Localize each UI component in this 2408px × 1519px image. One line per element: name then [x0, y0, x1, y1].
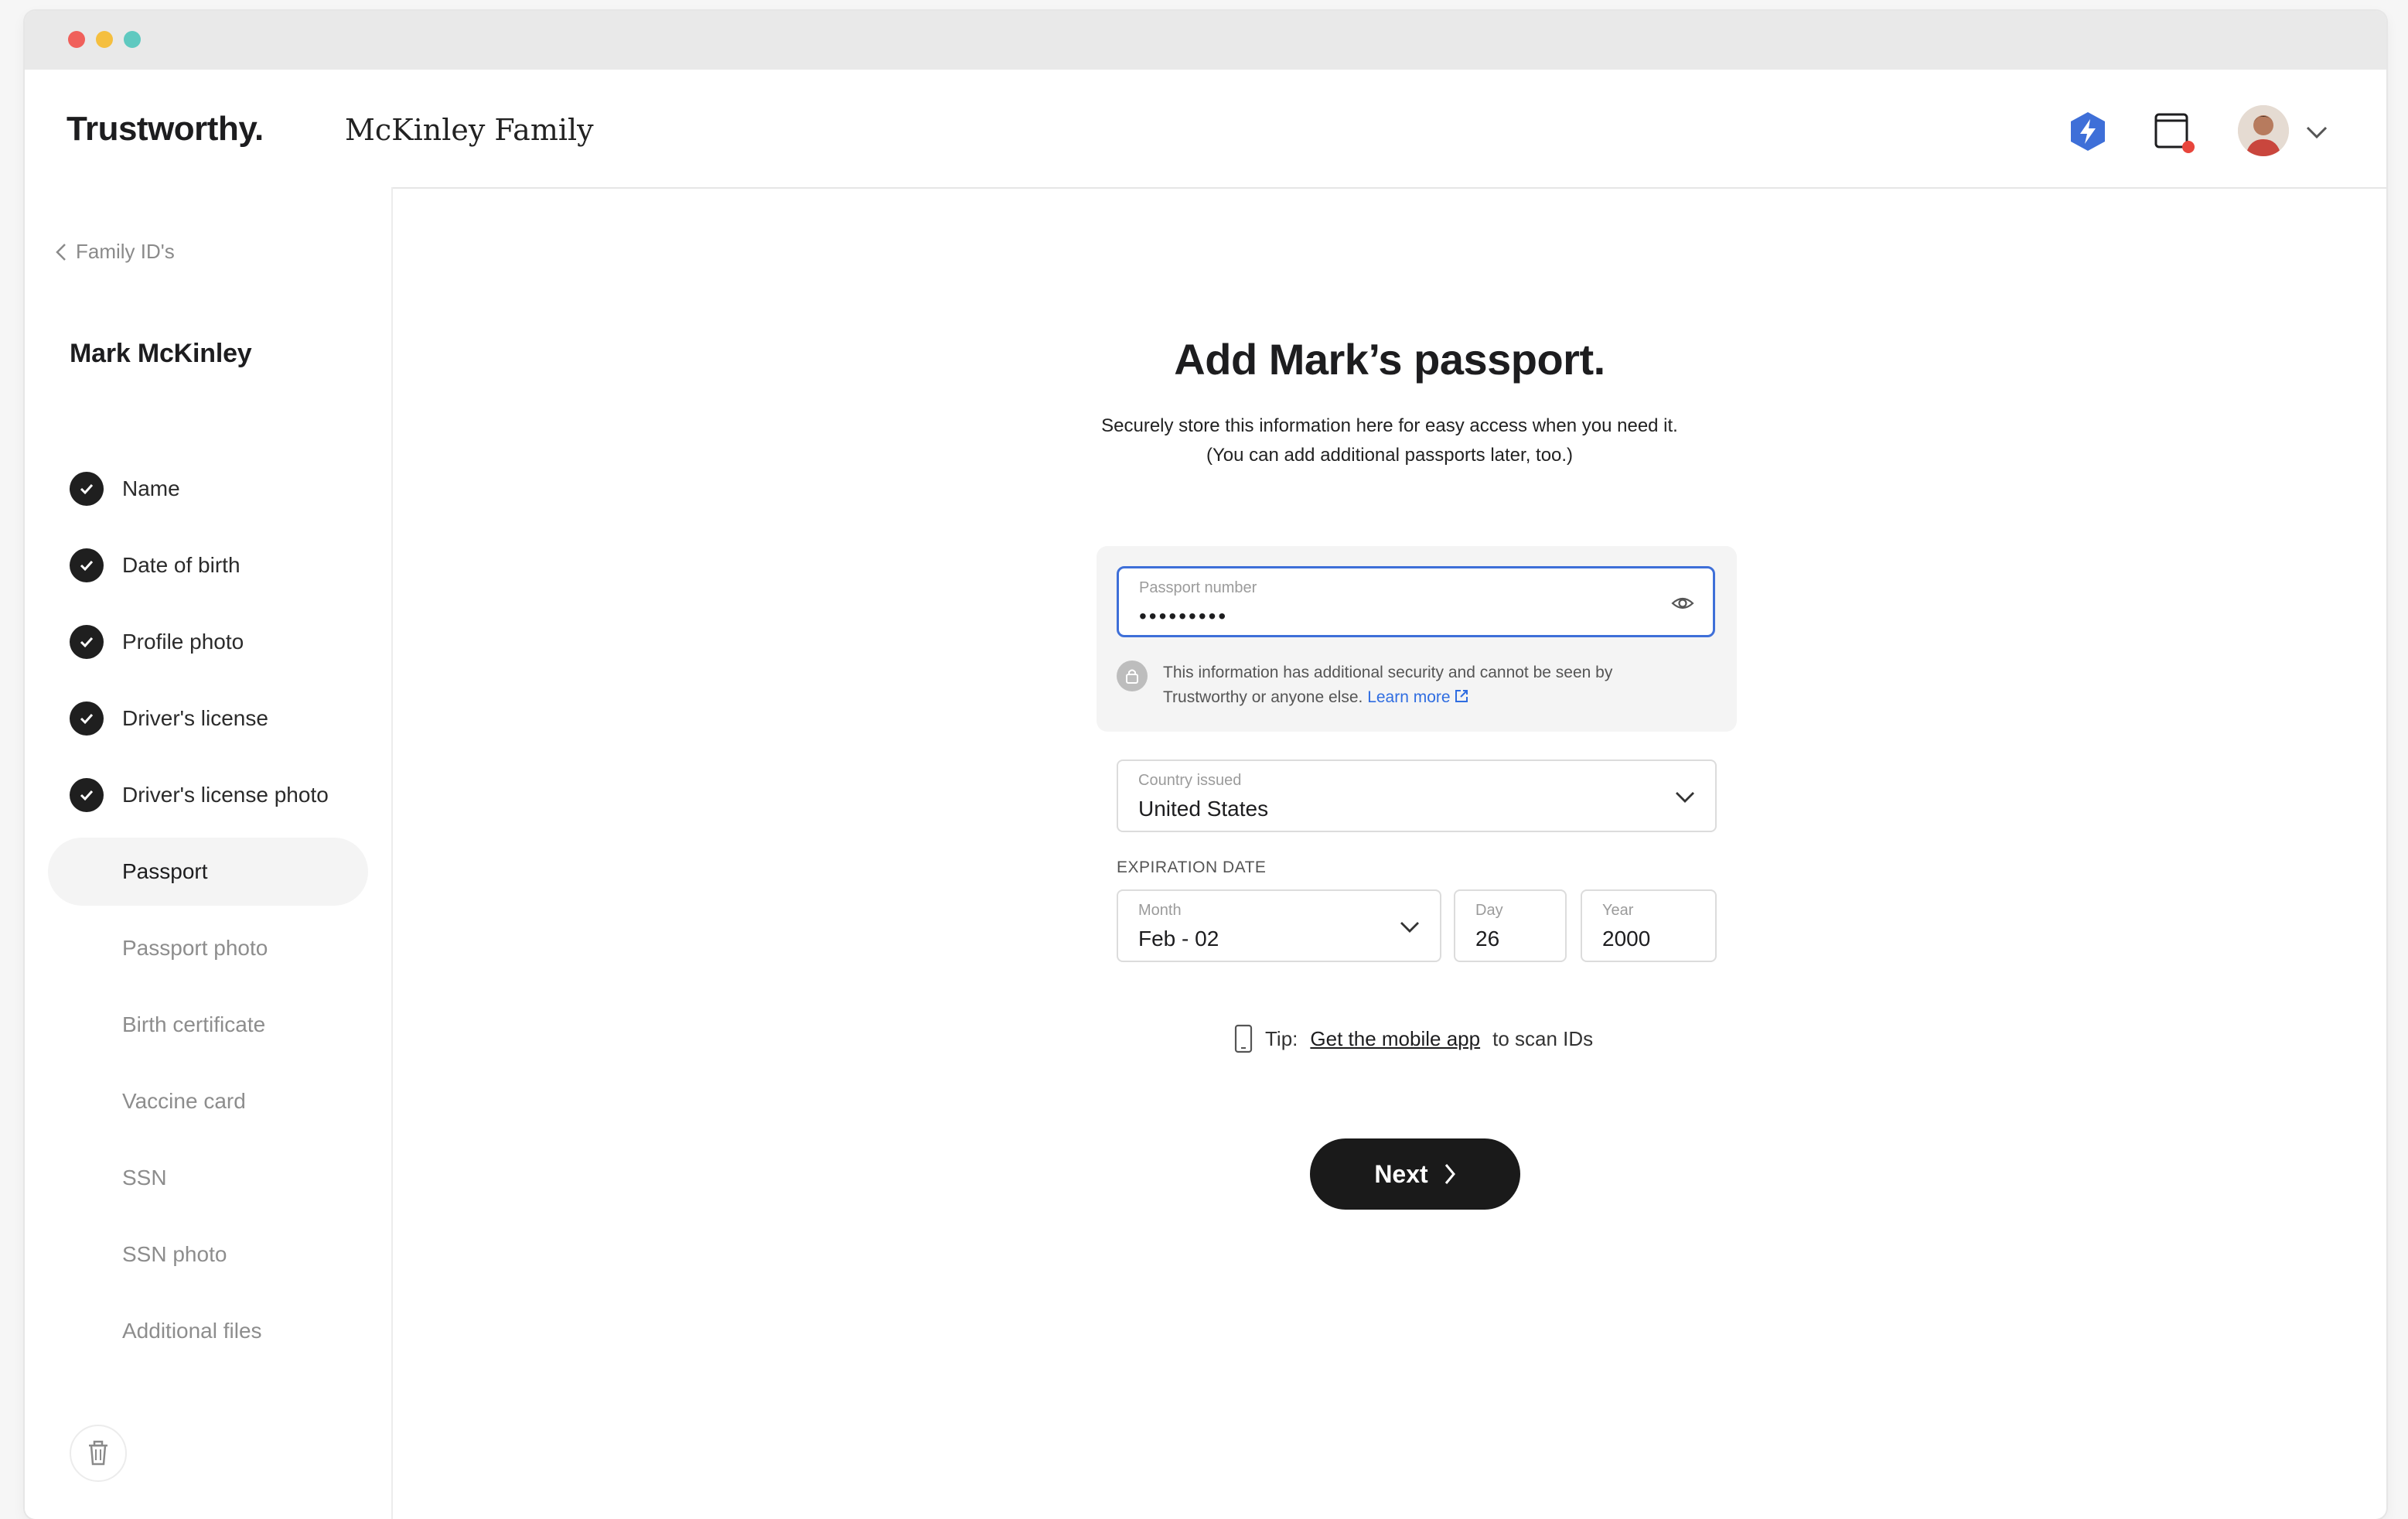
back-link-label: Family ID's	[76, 240, 175, 263]
month-select[interactable]: Month Feb - 02	[1117, 889, 1441, 962]
step-ssn[interactable]: SSN	[25, 1139, 391, 1216]
month-label: Month	[1138, 902, 1182, 919]
tip-suffix: to scan IDs	[1492, 1026, 1594, 1050]
subtitle-line: Securely store this information here for…	[1101, 415, 1678, 436]
check-circle-icon	[70, 701, 104, 736]
brand-logo[interactable]: Trustworthy.	[67, 110, 264, 148]
main-content: Add Mark’s passport. Securely store this…	[393, 187, 2386, 1519]
step-drivers-license-photo[interactable]: Driver's license photo	[25, 756, 391, 833]
page-title: Add Mark’s passport.	[1174, 335, 1605, 384]
secure-passport-panel: Passport number ••••••••• This informati…	[1097, 546, 1737, 732]
subtitle-line: (You can add additional passports later,…	[1206, 445, 1574, 466]
step-label: Name	[122, 476, 180, 500]
chevron-down-icon[interactable]	[2303, 121, 2331, 144]
eye-icon[interactable]	[1671, 592, 1694, 615]
step-label: Passport	[122, 858, 208, 883]
get-mobile-app-link[interactable]: Get the mobile app	[1310, 1027, 1480, 1051]
country-label: Country issued	[1138, 772, 1242, 789]
external-link-icon[interactable]	[1454, 688, 1469, 704]
step-profile-photo[interactable]: Profile photo	[25, 603, 391, 680]
year-label: Year	[1602, 902, 1634, 919]
back-to-family-ids-link[interactable]: Family ID's	[54, 240, 175, 264]
step-passport[interactable]: Passport	[25, 833, 391, 910]
shield-bolt-icon[interactable]	[2066, 110, 2110, 153]
next-button-label: Next	[1374, 1159, 1428, 1188]
phone-icon	[1234, 1024, 1253, 1053]
person-name: Mark McKinley	[70, 339, 252, 368]
app-header: Trustworthy. McKinley Family	[25, 70, 2386, 189]
minimize-window-button[interactable]	[96, 31, 113, 48]
day-input[interactable]: Day 26	[1454, 889, 1567, 962]
app-window: Trustworthy. McKinley Family Family ID's…	[25, 11, 2386, 1519]
year-value[interactable]: 2000	[1602, 927, 1650, 951]
day-label: Day	[1475, 902, 1503, 919]
chevron-down-icon	[1676, 792, 1694, 803]
step-label: SSN photo	[122, 1241, 227, 1266]
sidebar: Family ID's Mark McKinley Name Date of b…	[25, 187, 393, 1519]
step-additional-files[interactable]: Additional files	[25, 1292, 391, 1369]
passport-number-value[interactable]: •••••••••	[1139, 604, 1228, 629]
family-name: McKinley Family	[345, 113, 594, 147]
country-issued-select[interactable]: Country issued United States	[1117, 760, 1717, 832]
tip-prefix: Tip:	[1265, 1026, 1298, 1050]
next-button[interactable]: Next	[1310, 1138, 1520, 1210]
check-circle-icon	[70, 548, 104, 582]
step-label: Additional files	[122, 1318, 262, 1343]
step-label: Profile photo	[122, 629, 244, 654]
check-circle-icon	[70, 777, 104, 812]
notifications-icon[interactable]	[2151, 110, 2198, 156]
page-subtitle: Securely store this information here for…	[393, 411, 2386, 470]
country-value: United States	[1138, 797, 1269, 821]
step-label: Vaccine card	[122, 1088, 246, 1113]
step-label: SSN	[122, 1165, 167, 1190]
step-ssn-photo[interactable]: SSN photo	[25, 1216, 391, 1292]
close-window-button[interactable]	[68, 31, 85, 48]
window-titlebar	[25, 11, 2386, 70]
chevron-right-icon	[1444, 1164, 1455, 1184]
user-avatar[interactable]	[2238, 105, 2289, 156]
step-label: Birth certificate	[122, 1012, 266, 1036]
expiration-date-label: EXPIRATION DATE	[1117, 858, 1267, 876]
trash-icon	[89, 1440, 107, 1466]
chevron-down-icon	[1400, 922, 1419, 933]
check-circle-icon	[70, 624, 104, 659]
chevron-left-icon	[56, 243, 66, 261]
learn-more-link[interactable]: Learn more	[1367, 688, 1450, 706]
steps-list: Name Date of birth Profile photo Driver'…	[25, 450, 391, 1369]
lock-icon	[1117, 661, 1148, 691]
month-value: Feb - 02	[1138, 927, 1219, 951]
security-note: This information has additional security…	[1163, 661, 1673, 710]
step-birth-certificate[interactable]: Birth certificate	[25, 986, 391, 1063]
step-drivers-license[interactable]: Driver's license	[25, 680, 391, 756]
passport-number-field[interactable]: Passport number •••••••••	[1117, 566, 1715, 637]
step-label: Passport photo	[122, 935, 268, 960]
step-vaccine-card[interactable]: Vaccine card	[25, 1063, 391, 1139]
check-circle-icon	[70, 471, 104, 506]
step-date-of-birth[interactable]: Date of birth	[25, 527, 391, 603]
maximize-window-button[interactable]	[124, 31, 141, 48]
delete-button[interactable]	[70, 1425, 127, 1482]
step-label: Driver's license	[122, 705, 268, 730]
day-value[interactable]: 26	[1475, 927, 1499, 951]
step-label: Driver's license photo	[122, 782, 329, 807]
passport-number-label: Passport number	[1139, 579, 1257, 596]
mobile-app-tip: Tip: Get the mobile app to scan IDs	[1234, 1024, 1593, 1053]
year-input[interactable]: Year 2000	[1581, 889, 1717, 962]
step-name[interactable]: Name	[25, 450, 391, 527]
step-passport-photo[interactable]: Passport photo	[25, 910, 391, 986]
step-label: Date of birth	[122, 552, 240, 577]
